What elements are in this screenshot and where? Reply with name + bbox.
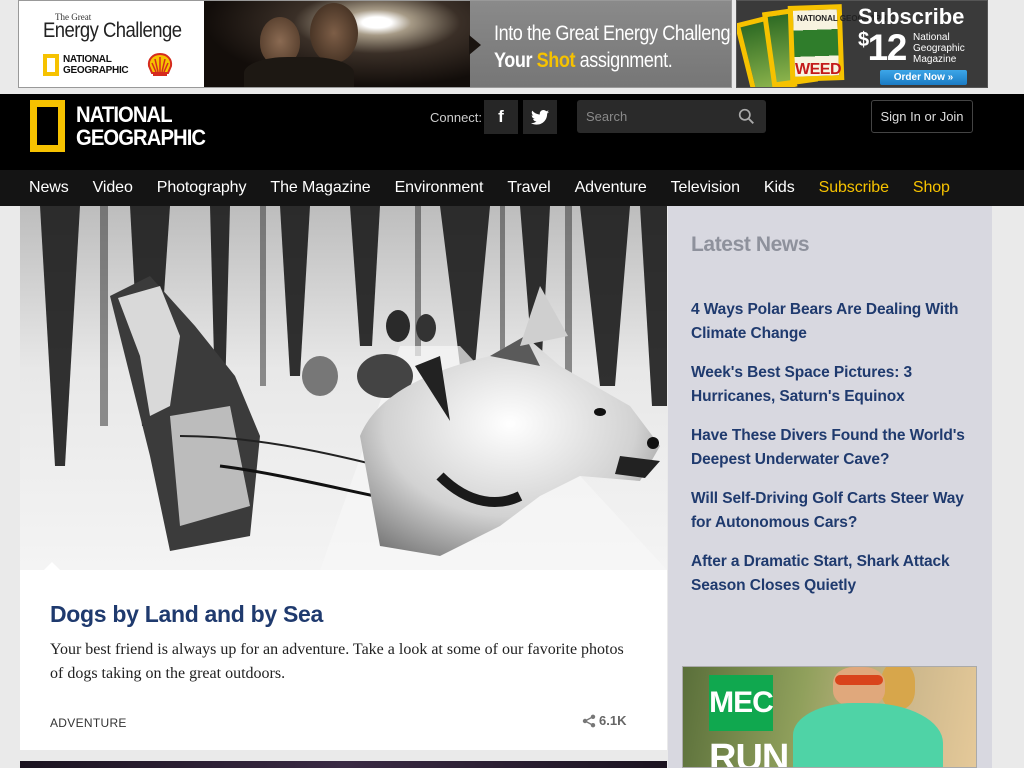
magazine-cover-word: WEED [795, 61, 842, 78]
site-header: NATIONAL GEOGRAPHIC Connect: f Sign In o… [0, 94, 1024, 206]
facebook-icon: f [498, 107, 504, 126]
search-input[interactable] [577, 100, 727, 133]
energy-ad-shot: Shot [536, 49, 576, 72]
yellow-border-logo-icon [30, 100, 65, 152]
nav-item-environment[interactable]: Environment [383, 179, 496, 197]
nav-item-shop[interactable]: Shop [901, 179, 962, 197]
subscribe-ad-description: National Geographic Magazine [913, 32, 965, 65]
logo-wordmark: NATIONAL GEOGRAPHIC [76, 102, 206, 150]
energy-ad-assignment: assignment. [579, 49, 673, 72]
nav-item-photography[interactable]: Photography [145, 179, 259, 197]
energy-ad-title: Energy Challenge [43, 19, 182, 42]
energy-ad-headline-panel: Into the Great Energy Challenge Your Sho… [469, 1, 732, 87]
subscribe-ad-price: $12 [858, 27, 908, 69]
latest-news-heading: Latest News [691, 233, 810, 256]
energy-ad-brand-line2: GEOGRAPHIC [63, 65, 129, 76]
news-link[interactable]: Have These Divers Found the World's Deep… [691, 424, 983, 472]
news-link[interactable]: Will Self-Driving Golf Carts Steer Way f… [691, 487, 983, 535]
energy-ad-headline: Into the Great Energy Challenge [494, 22, 732, 45]
natgeo-logo[interactable]: NATIONAL GEOGRAPHIC [30, 99, 216, 153]
nav-item-television[interactable]: Television [659, 179, 752, 197]
news-link[interactable]: 4 Ways Polar Bears Are Dealing With Clim… [691, 298, 983, 346]
logo-line2: GEOGRAPHIC [76, 125, 206, 150]
subscribe-ad-desc-line3: Magazine [913, 54, 957, 65]
next-feature-image[interactable] [20, 761, 667, 768]
twitter-icon [531, 109, 549, 125]
natgeo-small-logo-icon [43, 54, 59, 76]
twitter-button[interactable] [523, 100, 557, 134]
subscribe-ad-currency: $ [858, 29, 869, 51]
energy-ad-brand: NATIONAL GEOGRAPHIC [63, 54, 129, 76]
news-link[interactable]: Week's Best Space Pictures: 3 Hurricanes… [691, 361, 983, 409]
feature-title[interactable]: Dogs by Land and by Sea [50, 601, 323, 628]
facebook-button[interactable]: f [484, 100, 518, 134]
connect-label: Connect: [430, 110, 483, 125]
order-now-button[interactable]: Order Now » [880, 70, 967, 85]
energy-ad-your: Your [494, 49, 533, 72]
subscribe-ad-amount: 12 [867, 27, 908, 68]
energy-ad-brand-panel: The Great Energy Challenge NATIONAL GEOG… [19, 1, 204, 87]
latest-news-sidebar: Latest News 4 Ways Polar Bears Are Deali… [668, 206, 992, 768]
nav-item-news[interactable]: News [17, 179, 81, 197]
feature-description: Your best friend is always up for an adv… [50, 641, 624, 682]
share-count: 6.1K [599, 713, 627, 728]
feature-category-link[interactable]: ADVENTURE [50, 716, 127, 730]
energy-challenge-ad[interactable]: The Great Energy Challenge NATIONAL GEOG… [18, 0, 732, 88]
sled-dogs-photo [20, 206, 667, 570]
nav-item-video[interactable]: Video [81, 179, 145, 197]
arrow-icon [469, 35, 481, 55]
energy-ad-photo [204, 1, 470, 87]
runner-image [833, 667, 885, 707]
sign-in-button[interactable]: Sign In or Join [871, 100, 973, 133]
nav-item-the-magazine[interactable]: The Magazine [258, 179, 382, 197]
mec-logo: MEC [709, 675, 774, 731]
subscribe-ad[interactable]: NATIONAL GEOGRAPHIC WEED Subscribe $12 N… [736, 0, 988, 88]
feature-hero-image[interactable] [20, 206, 667, 570]
energy-ad-subheadline: Your Shot assignment. [494, 49, 673, 73]
news-link[interactable]: After a Dramatic Start, Shark Attack Sea… [691, 550, 983, 598]
mec-run-ad[interactable]: MEC RUN [682, 666, 977, 768]
share-icon [582, 714, 596, 727]
search-icon[interactable] [738, 108, 755, 125]
logo-line1: NATIONAL [76, 102, 173, 127]
nav-item-kids[interactable]: Kids [752, 179, 807, 197]
share-button[interactable]: 6.1K [582, 713, 626, 728]
mec-ad-word: RUN [709, 737, 789, 768]
main-nav: News Video Photography The Magazine Envi… [0, 170, 1024, 206]
nav-item-subscribe[interactable]: Subscribe [807, 179, 901, 197]
shell-logo-icon [147, 53, 173, 76]
caret-up-icon [44, 562, 60, 570]
energy-ad-brand-line1: NATIONAL [63, 54, 112, 65]
feature-card[interactable]: Dogs by Land and by Sea Your best friend… [20, 206, 667, 750]
subscribe-ad-desc-line1: National [913, 32, 950, 43]
subscribe-ad-desc-line2: Geographic [913, 43, 965, 54]
search-box [577, 100, 766, 133]
latest-news-list: 4 Ways Polar Bears Are Dealing With Clim… [691, 298, 983, 613]
nav-item-adventure[interactable]: Adventure [563, 179, 659, 197]
ad-banner-bar: The Great Energy Challenge NATIONAL GEOG… [0, 0, 1024, 94]
nav-item-travel[interactable]: Travel [495, 179, 562, 197]
